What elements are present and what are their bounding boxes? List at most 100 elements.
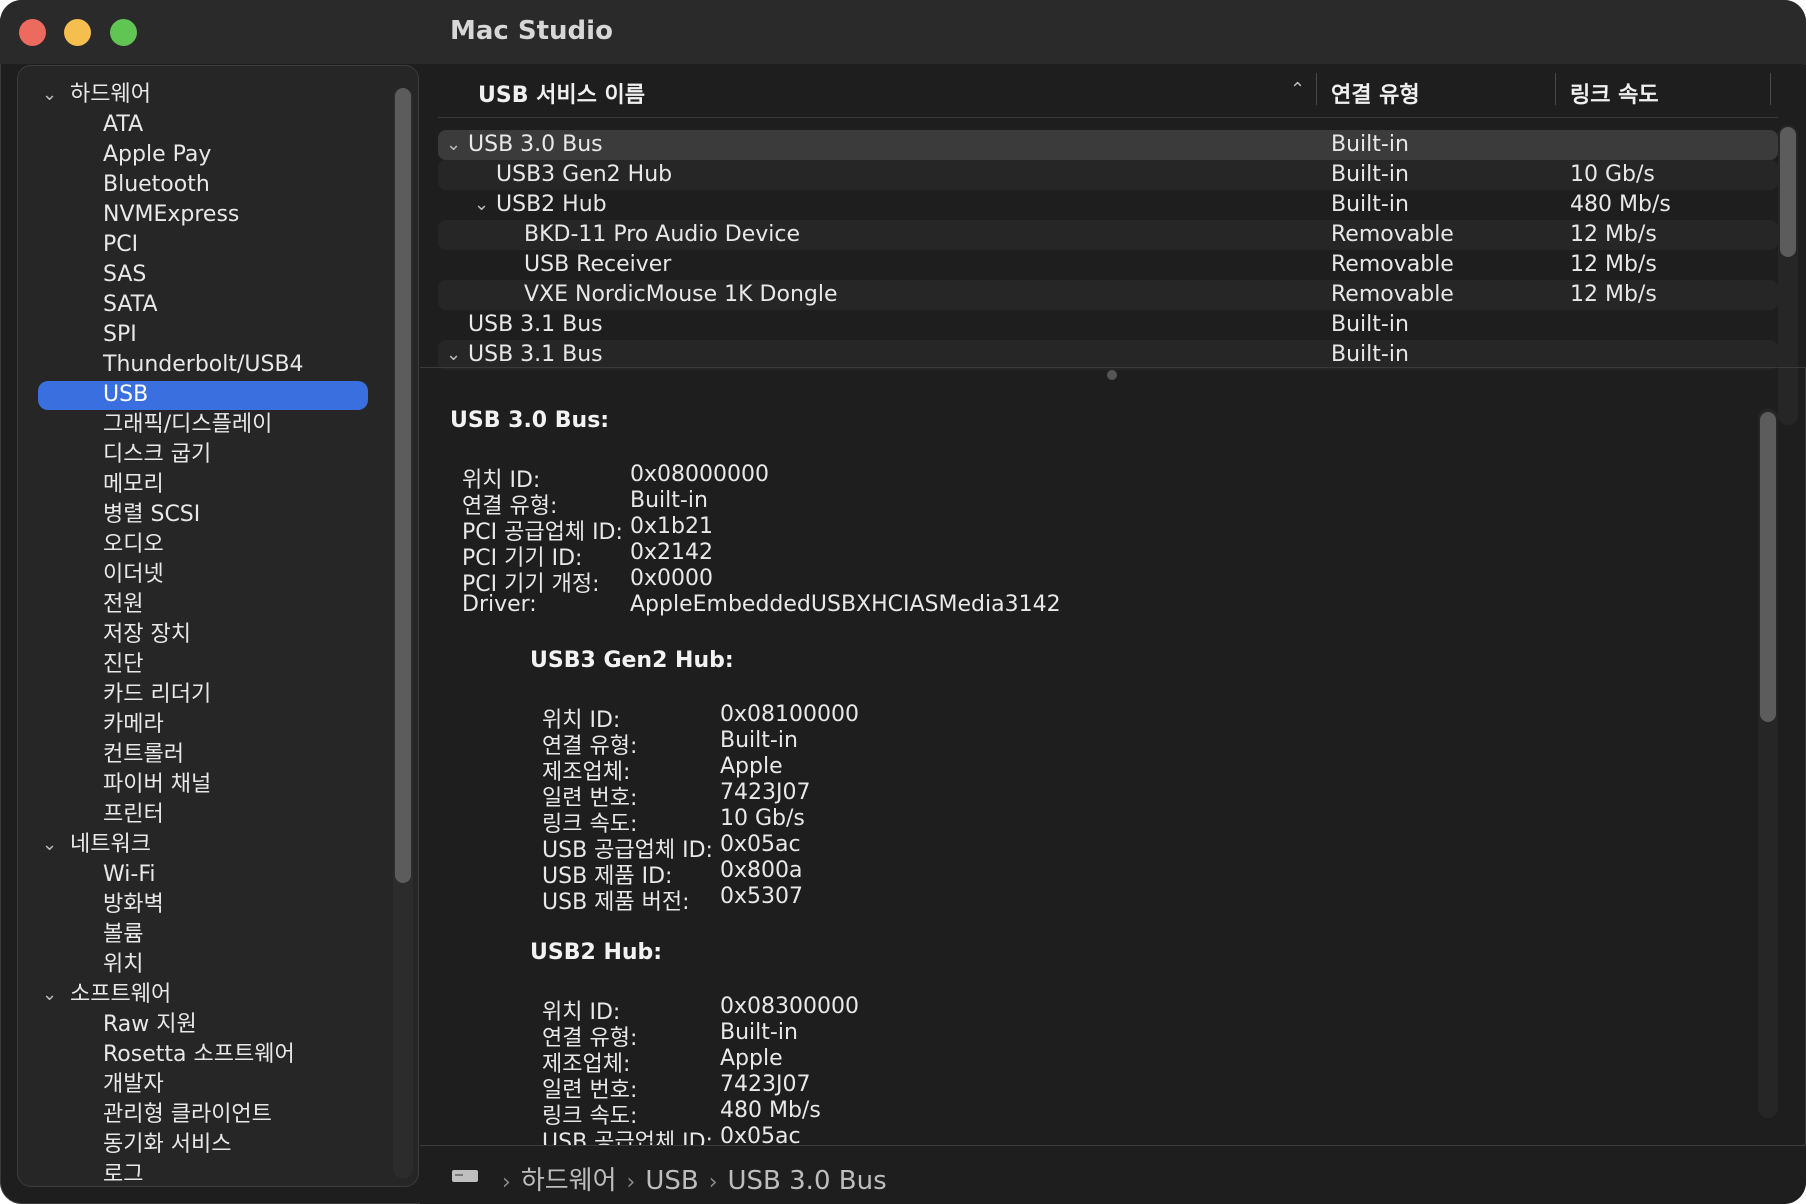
sidebar-item[interactable]: 로그 xyxy=(18,1160,398,1187)
field-value: 0x08000000 xyxy=(630,462,769,487)
sidebar-item[interactable]: Bluetooth xyxy=(18,170,398,200)
sidebar-item[interactable]: 진단 xyxy=(18,650,398,680)
sidebar-item[interactable]: 위치 xyxy=(18,950,398,980)
detail-scrollbar[interactable] xyxy=(1758,408,1778,1118)
minimize-button[interactable] xyxy=(64,19,91,46)
sidebar-item[interactable]: Rosetta 소프트웨어 xyxy=(18,1040,398,1070)
breadcrumb-item[interactable]: USB 3.0 Bus xyxy=(728,1166,887,1196)
link-speed: 12 Mb/s xyxy=(1570,222,1657,247)
table-header: USB 서비스 이름 ⌃ 연결 유형 링크 속도 xyxy=(438,65,1778,118)
breadcrumb-item[interactable]: USB xyxy=(645,1166,698,1196)
field-value: 0x1b21 xyxy=(630,514,713,539)
connection-type: Removable xyxy=(1331,252,1454,277)
column-header-name[interactable]: USB 서비스 이름 xyxy=(478,77,645,109)
title-bar[interactable]: Mac Studio xyxy=(0,0,1806,64)
table-row[interactable]: ⌄ USB2 Hub Built-in 480 Mb/s xyxy=(438,190,1778,220)
sidebar-item-label: 소프트웨어 xyxy=(70,982,172,1007)
sidebar-item[interactable]: 그래픽/디스플레이 xyxy=(18,410,398,440)
sidebar-item[interactable]: 저장 장치 xyxy=(18,620,398,650)
column-header-speed[interactable]: 링크 속도 xyxy=(1570,77,1659,109)
sidebar-item[interactable]: 디스크 굽기 xyxy=(18,440,398,470)
sidebar-item[interactable]: 프린터 xyxy=(18,800,398,830)
column-divider[interactable] xyxy=(1770,73,1771,105)
sidebar-item[interactable]: 카드 리더기 xyxy=(18,680,398,710)
detail-scrollbar-thumb[interactable] xyxy=(1760,412,1776,722)
table-scrollbar-thumb[interactable] xyxy=(1780,127,1796,257)
chevron-down-icon[interactable]: ⌄ xyxy=(42,80,57,110)
sidebar-item-label: 저장 장치 xyxy=(103,622,191,647)
sidebar-item[interactable]: NVMExpress xyxy=(18,200,398,230)
column-divider[interactable] xyxy=(1555,73,1556,105)
close-button[interactable] xyxy=(19,19,46,46)
sidebar-item[interactable]: 이더넷 xyxy=(18,560,398,590)
sidebar-item-label: ATA xyxy=(103,112,144,137)
table-row[interactable]: BKD-11 Pro Audio Device Removable 12 Mb/s xyxy=(438,220,1778,250)
sidebar-category[interactable]: ⌄ 하드웨어 xyxy=(18,80,398,110)
table-row[interactable]: USB Receiver Removable 12 Mb/s xyxy=(438,250,1778,280)
sidebar-item-label: Raw 지원 xyxy=(103,1012,197,1037)
sidebar-item[interactable]: Raw 지원 xyxy=(18,1010,398,1040)
sidebar-item[interactable]: Wi-Fi xyxy=(18,860,398,890)
connection-type: Built-in xyxy=(1331,162,1409,187)
sidebar-item[interactable]: 카메라 xyxy=(18,710,398,740)
sidebar-item-label: Apple Pay xyxy=(103,142,212,167)
sidebar-item-label: 로그 xyxy=(103,1162,144,1187)
table-row[interactable]: ⌄ USB 3.1 Bus Built-in xyxy=(438,340,1778,370)
app-window: Mac Studio ⌄ 하드웨어 ATA Apple Pay Bluetooth NVM… xyxy=(0,0,1806,1204)
sidebar-scrollbar[interactable] xyxy=(393,88,413,1178)
chevron-down-icon[interactable]: ⌄ xyxy=(446,340,461,370)
chevron-down-icon[interactable]: ⌄ xyxy=(42,830,57,860)
sidebar-item[interactable]: 오디오 xyxy=(18,530,398,560)
sidebar-item[interactable]: 병렬 SCSI xyxy=(18,500,398,530)
table-scrollbar[interactable] xyxy=(1778,125,1798,425)
link-speed: 480 Mb/s xyxy=(1570,192,1671,217)
window-title: Mac Studio xyxy=(450,16,613,46)
device-name: VXE NordicMouse 1K Dongle xyxy=(524,282,838,307)
sidebar-scrollbar-thumb[interactable] xyxy=(395,88,411,883)
sidebar-item[interactable]: PCI xyxy=(18,230,398,260)
connection-type: Built-in xyxy=(1331,312,1409,337)
sidebar-item[interactable]: ATA xyxy=(18,110,398,140)
table-row[interactable]: VXE NordicMouse 1K Dongle Removable 12 Mb/… xyxy=(438,280,1778,310)
breadcrumb-item[interactable]: 하드웨어 xyxy=(521,1166,617,1196)
sidebar-item[interactable]: SATA xyxy=(18,290,398,320)
zoom-button[interactable] xyxy=(110,19,137,46)
sidebar-item[interactable]: 동기화 서비스 xyxy=(18,1130,398,1160)
sidebar-item[interactable]: Apple Pay xyxy=(18,140,398,170)
split-handle[interactable] xyxy=(1107,370,1117,380)
field-value: 10 Gb/s xyxy=(720,806,805,831)
chevron-down-icon[interactable]: ⌄ xyxy=(42,980,57,1010)
field-value: 0x05ac xyxy=(720,1124,801,1145)
sidebar-item[interactable]: SAS xyxy=(18,260,398,290)
sidebar-item[interactable]: 관리형 클라이언트 xyxy=(18,1100,398,1130)
sort-ascending-icon[interactable]: ⌃ xyxy=(1290,79,1305,100)
chevron-down-icon[interactable]: ⌄ xyxy=(446,130,461,160)
column-header-type[interactable]: 연결 유형 xyxy=(1331,77,1420,109)
table-row[interactable]: USB 3.1 Bus Built-in xyxy=(438,310,1778,340)
sidebar-item[interactable]: 전원 xyxy=(18,590,398,620)
link-speed: 10 Gb/s xyxy=(1570,162,1655,187)
sidebar-item-label: 그래픽/디스플레이 xyxy=(103,412,273,437)
sidebar-item-label: 진단 xyxy=(103,652,144,677)
sidebar-category[interactable]: ⌄ 소프트웨어 xyxy=(18,980,398,1010)
sidebar-item-label: 위치 xyxy=(103,952,144,977)
sidebar-item-label: 볼륨 xyxy=(103,922,144,947)
column-divider[interactable] xyxy=(1316,73,1317,105)
sidebar-item[interactable]: USB xyxy=(18,380,398,410)
sidebar-item[interactable]: 개발자 xyxy=(18,1070,398,1100)
sidebar-category[interactable]: ⌄ 네트워크 xyxy=(18,830,398,860)
sidebar-item[interactable]: 메모리 xyxy=(18,470,398,500)
sidebar-item[interactable]: 볼륨 xyxy=(18,920,398,950)
chevron-down-icon[interactable]: ⌄ xyxy=(474,190,489,220)
split-divider[interactable] xyxy=(420,367,1806,368)
sidebar-item[interactable]: Thunderbolt/USB4 xyxy=(18,350,398,380)
usb-device-table: USB 서비스 이름 ⌃ 연결 유형 링크 속도 ⌄ USB 3.0 Bus Bui… xyxy=(420,65,1806,370)
table-row[interactable]: USB3 Gen2 Hub Built-in 10 Gb/s xyxy=(438,160,1778,190)
field-value: 0x05ac xyxy=(720,832,801,857)
sidebar-item[interactable]: 컨트롤러 xyxy=(18,740,398,770)
field-value: 0x800a xyxy=(720,858,803,883)
sidebar-item[interactable]: SPI xyxy=(18,320,398,350)
sidebar-item[interactable]: 방화벽 xyxy=(18,890,398,920)
table-row[interactable]: ⌄ USB 3.0 Bus Built-in xyxy=(438,130,1778,160)
sidebar-item[interactable]: 파이버 채널 xyxy=(18,770,398,800)
